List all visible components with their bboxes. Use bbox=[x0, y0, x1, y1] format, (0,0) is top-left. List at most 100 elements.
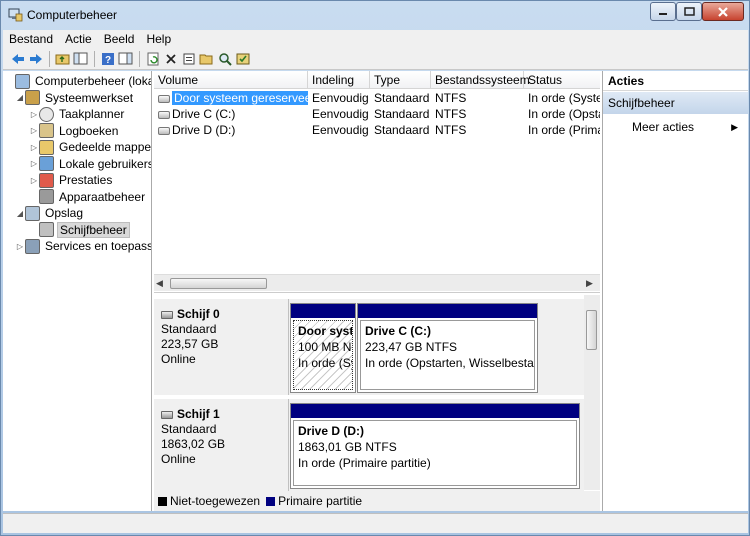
legend-swatch bbox=[158, 496, 167, 506]
submenu-arrow-icon: ▶ bbox=[731, 122, 738, 132]
forward-button[interactable] bbox=[27, 50, 44, 67]
menu-bar: Bestand Actie Beeld Help bbox=[3, 30, 748, 48]
performance-icon bbox=[39, 172, 54, 188]
refresh-button[interactable] bbox=[144, 50, 161, 67]
collapsed-arrow-icon[interactable]: ▷ bbox=[29, 159, 39, 168]
scroll-left-arrow-icon[interactable]: ◀ bbox=[156, 278, 163, 289]
vertical-scroll-thumb[interactable] bbox=[586, 310, 597, 350]
disk-size: 223,57 GB bbox=[161, 337, 219, 351]
minimize-button[interactable] bbox=[650, 2, 676, 21]
menu-help[interactable]: Help bbox=[140, 32, 177, 46]
column-header-indeling[interactable]: Indeling bbox=[308, 71, 370, 89]
delete-button[interactable] bbox=[162, 50, 179, 67]
tree-item[interactable]: ▷ Lokale gebruikers en groepen bbox=[29, 156, 151, 172]
toolbar-separator bbox=[139, 50, 140, 67]
menu-actie[interactable]: Actie bbox=[59, 32, 98, 46]
disk-state: Online bbox=[161, 352, 196, 366]
partition[interactable]: Drive D (D:) 1863,01 GB NTFS In orde (Prim… bbox=[290, 403, 580, 489]
tree-item[interactable]: ▷ Services en toepassingen bbox=[15, 238, 151, 254]
disk-name: Schijf 1 bbox=[161, 407, 288, 422]
tree-item[interactable]: Computerbeheer (lokaal) bbox=[5, 73, 151, 89]
properties-button[interactable] bbox=[180, 50, 197, 67]
open-button[interactable] bbox=[198, 50, 215, 67]
collapsed-arrow-icon[interactable]: ▷ bbox=[29, 126, 39, 135]
properties-icon bbox=[183, 53, 194, 64]
partition-size: 223,47 GB NTFS bbox=[365, 340, 458, 354]
tools-icon bbox=[25, 90, 40, 105]
back-button[interactable] bbox=[9, 50, 26, 67]
tree-item-label: Services en toepassingen bbox=[45, 239, 151, 253]
volume-row[interactable]: Drive D (D:) Eenvoudig Standaard NTFS In ord… bbox=[154, 122, 600, 138]
volume-cell: Standaard bbox=[374, 123, 430, 137]
arrow-left-icon bbox=[11, 53, 24, 64]
partition-name: Drive D (D:) bbox=[298, 424, 365, 438]
up-level-button[interactable] bbox=[54, 50, 71, 67]
column-header-type[interactable]: Type bbox=[370, 71, 431, 89]
users-icon bbox=[39, 156, 54, 171]
partition[interactable]: Drive C (C:) 223,47 GB NTFS In orde (Opsta… bbox=[357, 303, 538, 393]
column-header-volume[interactable]: Volume bbox=[154, 71, 308, 89]
horizontal-scroll-thumb[interactable] bbox=[170, 278, 267, 289]
search-button[interactable] bbox=[216, 50, 233, 67]
show-hide-action-pane-button[interactable] bbox=[117, 50, 134, 67]
horizontal-scrollbar[interactable]: ◀ ▶ bbox=[154, 274, 600, 291]
volume-cell: Standaard bbox=[374, 107, 430, 121]
tree-item[interactable]: ▷ Gedeelde mappen bbox=[29, 139, 151, 155]
hard-disk-icon bbox=[161, 310, 173, 319]
close-icon bbox=[718, 6, 728, 17]
show-hide-tree-button[interactable] bbox=[72, 50, 89, 67]
tree-item-label: Opslag bbox=[45, 206, 84, 220]
more-actions-item[interactable]: Meer acties ▶ bbox=[603, 116, 748, 138]
collapsed-arrow-icon[interactable]: ▷ bbox=[15, 242, 25, 251]
disk-name-label: Schijf 1 bbox=[177, 407, 220, 421]
more-actions-label: Meer acties bbox=[632, 120, 695, 134]
disk-properties-button[interactable] bbox=[234, 50, 251, 67]
partition-status: In orde (Primaire partitie) bbox=[298, 456, 431, 470]
tree-item[interactable]: Schijfbeheer bbox=[29, 221, 130, 238]
volume-cell: In orde (Opstarten, Wisselbestand, Crash… bbox=[528, 107, 600, 121]
volume-row[interactable]: Door systeem gereserveerd Eenvoudig Standa… bbox=[154, 90, 600, 106]
volume-row[interactable]: Drive C (C:) Eenvoudig Standaard NTFS In ord… bbox=[154, 106, 600, 122]
disk-info[interactable]: Schijf 0 Standaard 223,57 GB Online bbox=[154, 299, 289, 395]
menu-beeld[interactable]: Beeld bbox=[98, 32, 141, 46]
primary-partition-bar bbox=[291, 304, 355, 318]
column-header-bestandssysteem[interactable]: Bestandssysteem bbox=[431, 71, 530, 89]
collapsed-arrow-icon[interactable]: ▷ bbox=[29, 110, 39, 119]
volume-cell: NTFS bbox=[435, 91, 467, 105]
partition-legend: Niet-toegewezen Primaire partitie bbox=[154, 491, 600, 511]
actions-title: Acties bbox=[603, 71, 748, 91]
volume-icon bbox=[158, 94, 170, 103]
tree-item[interactable]: ◢ Opslag bbox=[15, 205, 85, 221]
tree-item[interactable]: Apparaatbeheer bbox=[29, 189, 147, 205]
volume-name: Door systeem gereserveerd bbox=[172, 91, 308, 105]
volume-cell: In orde (Primaire partitie) bbox=[528, 123, 600, 137]
volume-cell: In orde (Systeem, Actief, Primaire parti… bbox=[528, 91, 600, 105]
help-button[interactable]: ? bbox=[99, 50, 116, 67]
title-bar[interactable]: Computerbeheer bbox=[1, 1, 749, 29]
tree-item[interactable]: ▷ Prestaties bbox=[29, 172, 114, 188]
partition-size: 100 MB NTFS bbox=[298, 340, 352, 354]
delete-icon bbox=[165, 53, 176, 64]
partition-details: Drive C (C:) 223,47 GB NTFS In orde (Opsta… bbox=[360, 320, 535, 390]
volume-cell: NTFS bbox=[435, 107, 467, 121]
disk-info[interactable]: Schijf 1 Standaard 1863,02 GB Online bbox=[154, 399, 289, 491]
actions-section-schijfbeheer[interactable]: Schijfbeheer bbox=[603, 92, 748, 114]
log-icon bbox=[39, 123, 54, 138]
collapsed-arrow-icon[interactable]: ▷ bbox=[29, 176, 39, 185]
vertical-scrollbar[interactable] bbox=[584, 295, 600, 490]
tree-item[interactable]: ▷ Taakplanner bbox=[29, 106, 126, 122]
close-button[interactable] bbox=[702, 2, 744, 21]
scroll-right-arrow-icon[interactable]: ▶ bbox=[586, 278, 593, 289]
column-header-status[interactable]: Status bbox=[524, 71, 600, 89]
maximize-button[interactable] bbox=[676, 2, 702, 21]
tree-item[interactable]: ▷ Logboeken bbox=[29, 123, 120, 139]
expanded-arrow-icon[interactable]: ◢ bbox=[15, 93, 25, 102]
disk-icon bbox=[39, 222, 54, 237]
tree-item-label: Systeemwerkset bbox=[45, 90, 134, 105]
help-icon: ? bbox=[101, 52, 114, 66]
tree-item[interactable]: ◢ Systeemwerkset bbox=[15, 90, 135, 106]
collapsed-arrow-icon[interactable]: ▷ bbox=[29, 143, 39, 152]
menu-bestand[interactable]: Bestand bbox=[3, 32, 59, 46]
partition[interactable]: Door systeem gereserveerd 100 MB NTFS In o… bbox=[290, 303, 356, 393]
expanded-arrow-icon[interactable]: ◢ bbox=[15, 209, 25, 218]
